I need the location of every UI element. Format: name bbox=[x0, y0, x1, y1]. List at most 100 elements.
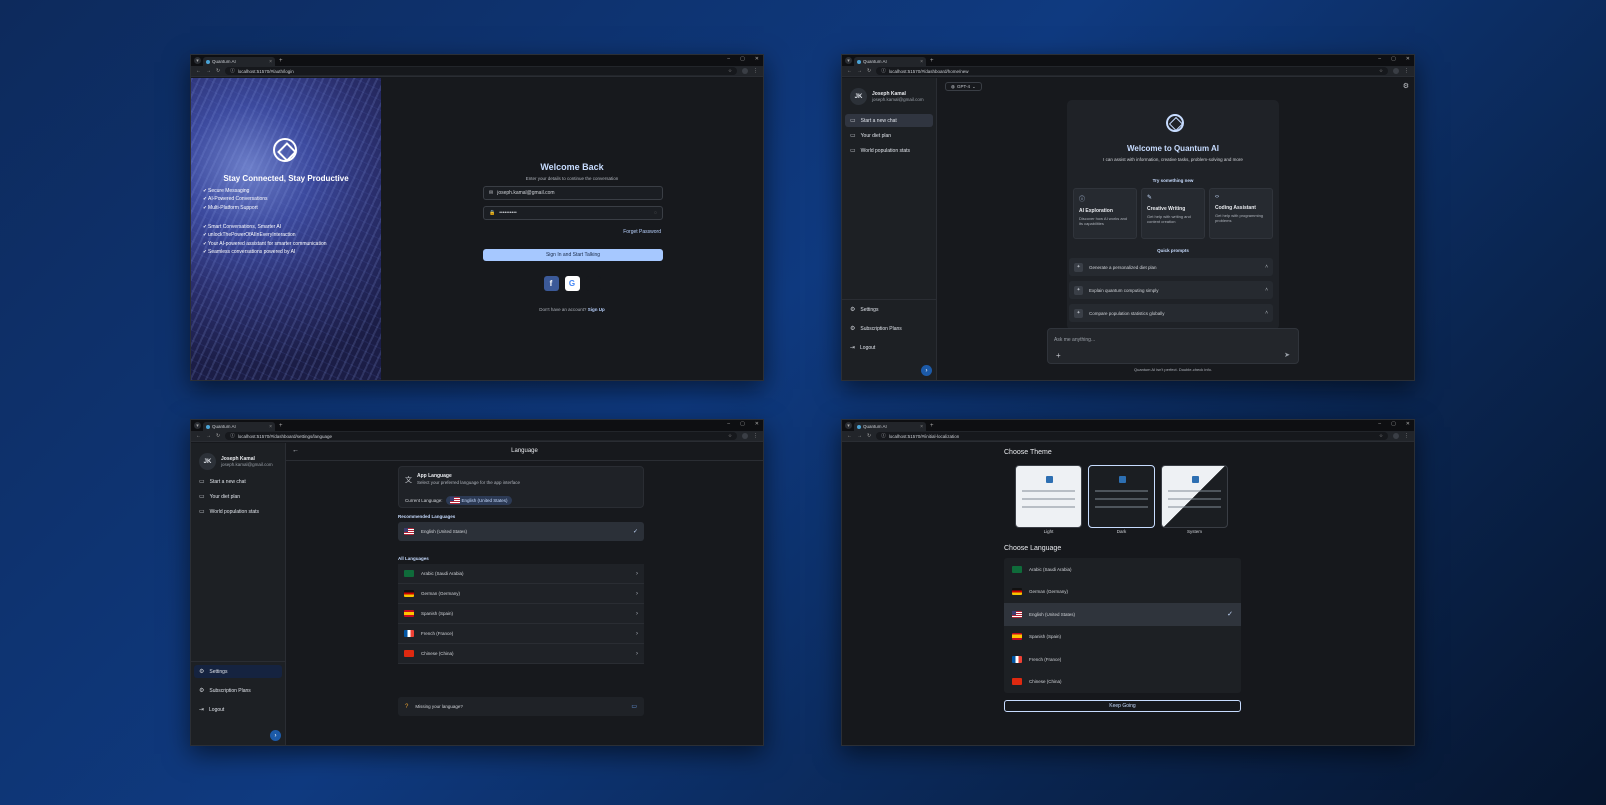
maximize-icon[interactable]: ▢ bbox=[1391, 421, 1396, 427]
site-info-icon[interactable]: ⓘ bbox=[881, 433, 886, 439]
card-coding-assistant[interactable]: ‹› Coding Assistant Get help with programm… bbox=[1209, 188, 1273, 239]
forward-icon[interactable]: → bbox=[857, 433, 862, 439]
tab-search-icon[interactable]: ▾ bbox=[845, 57, 852, 64]
password-field[interactable]: 🔒 •••••••••• ◌ bbox=[483, 206, 663, 220]
maximize-icon[interactable]: ▢ bbox=[1391, 56, 1396, 62]
sidebar-item-logout[interactable]: ⇥ Logout bbox=[845, 341, 933, 354]
back-icon[interactable]: ← bbox=[196, 433, 201, 439]
url-field[interactable]: ⓘ localhost:51570/#/auth/login ☆ bbox=[225, 67, 737, 75]
site-info-icon[interactable]: ⓘ bbox=[230, 68, 235, 74]
back-icon[interactable]: ← bbox=[196, 68, 201, 74]
url-field[interactable]: ⓘ localhost:51570/#/dashboard/home/new ☆ bbox=[876, 67, 1388, 75]
model-selector[interactable]: ◍ GPT-4 ⌄ bbox=[945, 82, 982, 91]
tab-search-icon[interactable]: ▾ bbox=[194, 422, 201, 429]
maximize-icon[interactable]: ▢ bbox=[740, 56, 745, 62]
profile-icon[interactable] bbox=[742, 433, 748, 439]
attach-plus-icon[interactable]: + bbox=[1056, 351, 1061, 360]
language-option-french[interactable]: French (France) bbox=[1004, 648, 1241, 671]
user-profile[interactable]: JK Joseph Kamal joseph.kamal@gmail.com bbox=[199, 453, 273, 470]
maximize-icon[interactable]: ▢ bbox=[740, 421, 745, 427]
menu-icon[interactable]: ⋮ bbox=[1404, 68, 1409, 74]
close-window-icon[interactable]: ✕ bbox=[755, 56, 759, 62]
sidebar-item-population[interactable]: ▭ World population stats bbox=[194, 505, 282, 518]
feedback-icon[interactable]: ▭ bbox=[631, 703, 637, 710]
sign-in-button[interactable]: Sign In and Start Talking bbox=[483, 249, 663, 261]
reload-icon[interactable]: ↻ bbox=[867, 68, 871, 74]
reload-icon[interactable]: ↻ bbox=[867, 433, 871, 439]
minimize-icon[interactable]: – bbox=[727, 56, 730, 62]
close-tab-icon[interactable]: × bbox=[920, 59, 923, 65]
sidebar-item-settings[interactable]: ⚙ Settings bbox=[845, 303, 933, 316]
sidebar-item-new-chat[interactable]: ▭ Start a new chat bbox=[845, 114, 933, 127]
close-tab-icon[interactable]: × bbox=[269, 424, 272, 430]
browser-tab[interactable]: Quantum AI × bbox=[854, 422, 926, 431]
menu-icon[interactable]: ⋮ bbox=[753, 68, 758, 74]
site-info-icon[interactable]: ⓘ bbox=[881, 68, 886, 74]
new-tab-icon[interactable]: + bbox=[279, 423, 283, 429]
facebook-icon[interactable]: f bbox=[543, 276, 559, 291]
close-window-icon[interactable]: ✕ bbox=[755, 421, 759, 427]
language-option-english[interactable]: English (United States) ✓ bbox=[1004, 603, 1241, 626]
language-option-arabic[interactable]: Arabic (Saudi Arabia) › bbox=[398, 564, 644, 584]
language-option-french[interactable]: French (France) › bbox=[398, 624, 644, 644]
quick-prompt-item[interactable]: ✦ Explain quantum computing simply ˄ bbox=[1069, 281, 1273, 299]
url-field[interactable]: ⓘ localhost:51570/#/initial-localization ☆ bbox=[876, 432, 1388, 440]
sidebar-item-logout[interactable]: ⇥ Logout bbox=[194, 703, 282, 716]
bookmark-star-icon[interactable]: ☆ bbox=[1379, 433, 1383, 439]
language-option-spanish[interactable]: Spanish (Spain) bbox=[1004, 626, 1241, 649]
forward-icon[interactable]: → bbox=[857, 68, 862, 74]
forgot-password-link[interactable]: Forget Password bbox=[623, 229, 661, 235]
user-profile[interactable]: JK Joseph Kamal joseph.kamal@gmail.com bbox=[850, 88, 924, 105]
tab-search-icon[interactable]: ▾ bbox=[194, 57, 201, 64]
site-info-icon[interactable]: ⓘ bbox=[230, 433, 235, 439]
sidebar-item-diet-plan[interactable]: ▭ Your diet plan bbox=[845, 129, 933, 142]
new-tab-icon[interactable]: + bbox=[930, 423, 934, 429]
language-option-german[interactable]: German (Germany) bbox=[1004, 581, 1241, 604]
reload-icon[interactable]: ↻ bbox=[216, 68, 220, 74]
forward-icon[interactable]: → bbox=[206, 68, 211, 74]
bookmark-star-icon[interactable]: ☆ bbox=[728, 433, 732, 439]
new-tab-icon[interactable]: + bbox=[279, 58, 283, 64]
quick-prompt-item[interactable]: ✦ Compare population statistics globally ˄ bbox=[1069, 304, 1273, 322]
close-window-icon[interactable]: ✕ bbox=[1406, 56, 1410, 62]
sidebar-item-diet-plan[interactable]: ▭ Your diet plan bbox=[194, 490, 282, 503]
apple-icon[interactable] bbox=[585, 276, 601, 291]
message-input[interactable]: Ask me anything... + ➤ bbox=[1047, 328, 1299, 364]
sidebar-item-new-chat[interactable]: ▭ Start a new chat bbox=[194, 475, 282, 488]
tab-search-icon[interactable]: ▾ bbox=[845, 422, 852, 429]
language-option-chinese[interactable]: Chinese (China) bbox=[1004, 671, 1241, 694]
sidebar-item-settings[interactable]: ⚙ Settings bbox=[194, 665, 282, 678]
theme-light-option[interactable] bbox=[1015, 465, 1082, 528]
expand-sidebar-button[interactable]: › bbox=[921, 365, 932, 376]
missing-language-row[interactable]: ? Missing your language? ▭ bbox=[398, 697, 644, 716]
keep-going-button[interactable]: Keep Going bbox=[1004, 700, 1241, 712]
language-option-arabic[interactable]: Arabic (Saudi Arabia) bbox=[1004, 558, 1241, 581]
sidebar-item-population[interactable]: ▭ World population stats bbox=[845, 144, 933, 157]
browser-tab[interactable]: Quantum AI × bbox=[203, 422, 275, 431]
close-window-icon[interactable]: ✕ bbox=[1406, 421, 1410, 427]
card-creative-writing[interactable]: ✎ Creative Writing Get help with writing a… bbox=[1141, 188, 1205, 239]
sidebar-item-subscription[interactable]: ⚙ Subscription Plans bbox=[845, 322, 933, 335]
card-ai-exploration[interactable]: ⓘ AI Exploration Discover how AI works and… bbox=[1073, 188, 1137, 239]
minimize-icon[interactable]: – bbox=[1378, 421, 1381, 427]
settings-gear-icon[interactable]: ⚙ bbox=[1403, 82, 1409, 90]
language-option-german[interactable]: German (Germany) › bbox=[398, 584, 644, 604]
language-option-spanish[interactable]: Spanish (Spain) › bbox=[398, 604, 644, 624]
menu-icon[interactable]: ⋮ bbox=[753, 433, 758, 439]
back-icon[interactable]: ← bbox=[847, 433, 852, 439]
theme-system-option[interactable] bbox=[1161, 465, 1228, 528]
quick-prompt-item[interactable]: ✦ Generate a personalized diet plan ˄ bbox=[1069, 258, 1273, 276]
back-icon[interactable]: ← bbox=[847, 68, 852, 74]
toggle-visibility-icon[interactable]: ◌ bbox=[654, 210, 657, 216]
new-tab-icon[interactable]: + bbox=[930, 58, 934, 64]
close-tab-icon[interactable]: × bbox=[269, 59, 272, 65]
email-field[interactable]: ✉ joseph.kamal@gmail.com bbox=[483, 186, 663, 200]
language-option-english[interactable]: English (United States) ✓ bbox=[398, 522, 644, 541]
browser-tab[interactable]: Quantum AI × bbox=[203, 57, 275, 66]
forward-icon[interactable]: → bbox=[206, 433, 211, 439]
browser-tab[interactable]: Quantum AI × bbox=[854, 57, 926, 66]
reload-icon[interactable]: ↻ bbox=[216, 433, 220, 439]
profile-icon[interactable] bbox=[1393, 68, 1399, 74]
minimize-icon[interactable]: – bbox=[1378, 56, 1381, 62]
url-field[interactable]: ⓘ localhost:51570/#/dashboard/settings/la… bbox=[225, 432, 737, 440]
